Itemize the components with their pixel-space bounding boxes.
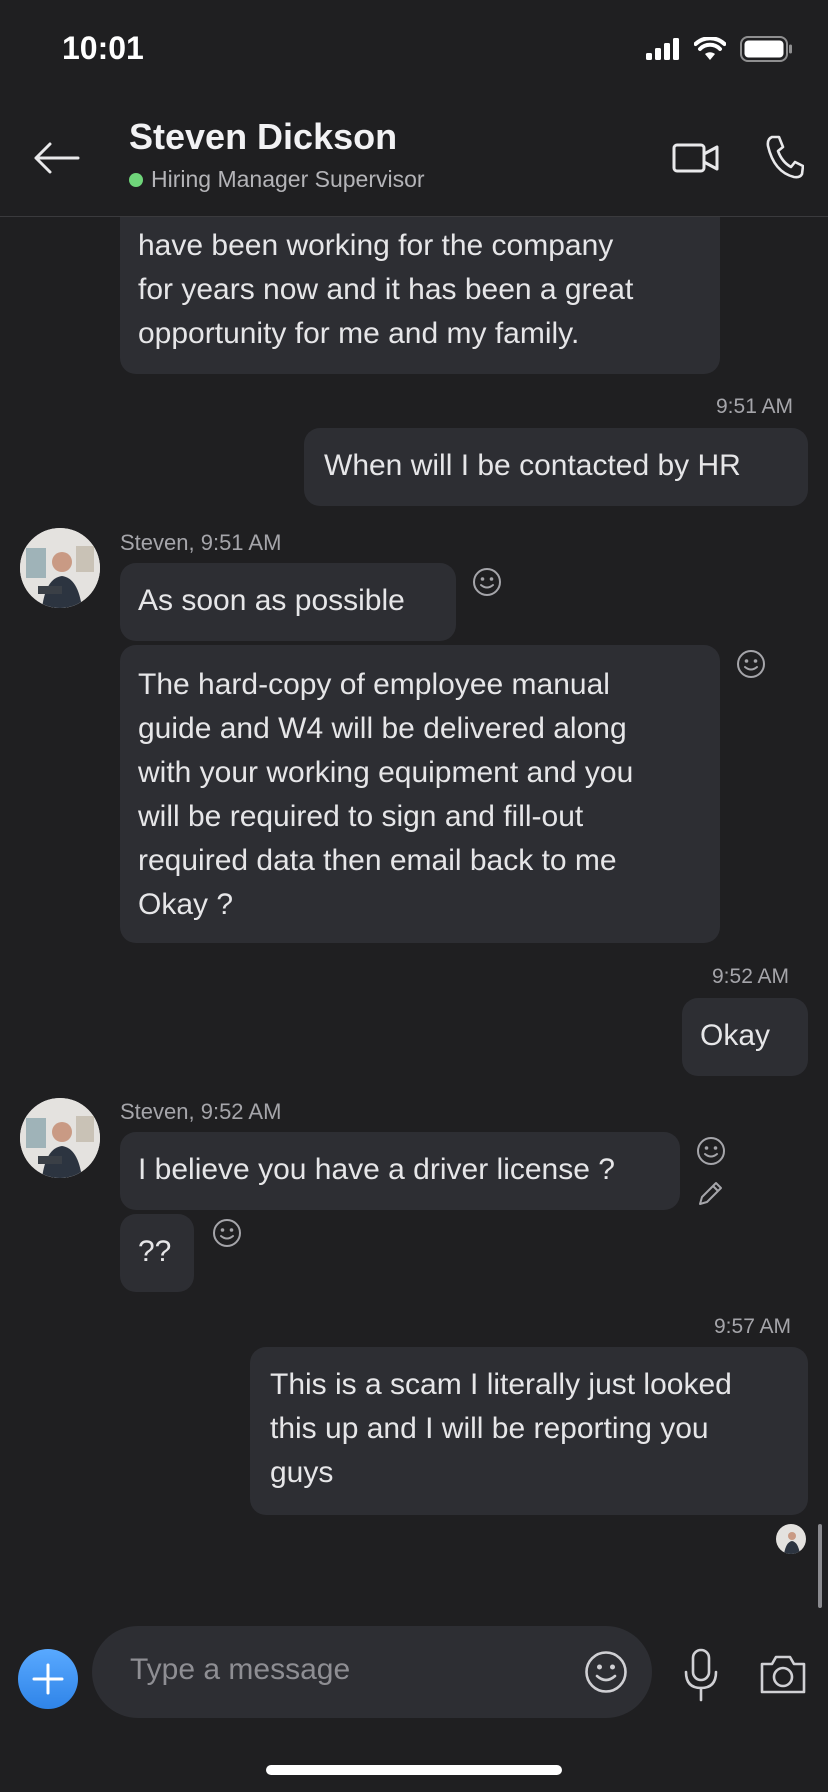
message-bubble-outgoing[interactable]: Okay <box>682 998 808 1076</box>
avatar[interactable] <box>20 528 100 608</box>
add-reaction-icon[interactable] <box>696 1136 726 1166</box>
contact-role: Hiring Manager Supervisor <box>151 166 425 192</box>
add-attachment-button[interactable] <box>18 1649 78 1709</box>
message-bubble-incoming[interactable]: ?? <box>120 1214 194 1292</box>
message-input-placeholder: Type a message <box>130 1653 351 1686</box>
message-line: have been working for the company <box>138 229 614 262</box>
back-arrow-icon[interactable] <box>30 138 82 178</box>
add-reaction-icon[interactable] <box>472 567 502 597</box>
message-line: with your working equipment and you <box>138 756 634 789</box>
message-bubble-outgoing[interactable]: When will I be contacted by HR <box>304 428 808 506</box>
message-bubble-incoming[interactable]: As soon as possible <box>120 563 456 641</box>
sender-label: Steven, 9:52 AM <box>120 1099 282 1124</box>
add-reaction-icon[interactable] <box>212 1218 242 1248</box>
message-line: guide and W4 will be delivered along <box>138 712 627 745</box>
message-bubble-outgoing[interactable]: This is a scam I literally just looked t… <box>250 1347 808 1515</box>
microphone-icon[interactable] <box>682 1648 720 1702</box>
read-receipt-avatar <box>776 1524 806 1554</box>
message-line: guys <box>270 1456 334 1489</box>
message-line: This is a scam I literally just looked <box>270 1368 732 1401</box>
message-line: required data then email back to me <box>138 844 617 877</box>
wifi-icon <box>694 37 726 60</box>
add-reaction-icon[interactable] <box>736 649 766 679</box>
status-icons <box>646 36 794 62</box>
avatar[interactable] <box>20 1098 100 1178</box>
battery-icon <box>740 36 792 62</box>
message-line: opportunity for me and my family. <box>138 317 580 350</box>
online-status-indicator <box>129 172 143 187</box>
status-time: 10:01 <box>62 30 144 66</box>
scrollbar[interactable] <box>818 1524 822 1608</box>
message-bubble-incoming[interactable]: I believe you have a driver license ? <box>120 1132 680 1210</box>
message-timestamp: 9:51 AM <box>716 395 794 418</box>
message-bubble-incoming[interactable]: The hard-copy of employee manual guide a… <box>120 645 720 943</box>
message-line: The hard-copy of employee manual <box>138 668 610 701</box>
phone-icon[interactable] <box>764 134 804 180</box>
plus-icon <box>32 1663 64 1695</box>
message-line: will be required to sign and fill-out <box>138 800 584 833</box>
edit-pencil-icon[interactable] <box>696 1178 726 1208</box>
message-line: for years now and it has been a great <box>138 273 634 306</box>
home-indicator[interactable] <box>266 1765 562 1775</box>
contact-subtitle: Hiring Manager Supervisor <box>129 166 425 193</box>
camera-icon[interactable] <box>758 1652 808 1696</box>
message-timestamp: 9:52 AM <box>712 965 790 988</box>
video-call-icon[interactable] <box>672 138 720 178</box>
message-line: Okay ? <box>138 888 234 921</box>
emoji-icon[interactable] <box>584 1650 628 1694</box>
message-line: this up and I will be reporting you <box>270 1412 709 1445</box>
sender-label: Steven, 9:51 AM <box>120 530 282 555</box>
signal-icon <box>646 38 679 60</box>
contact-name[interactable]: Steven Dickson <box>129 116 397 158</box>
message-bubble-incoming[interactable]: have been working for the company for ye… <box>120 190 720 374</box>
message-timestamp: 9:57 AM <box>714 1315 792 1338</box>
chat-header: Steven Dickson Hiring Manager Supervisor <box>0 100 828 217</box>
